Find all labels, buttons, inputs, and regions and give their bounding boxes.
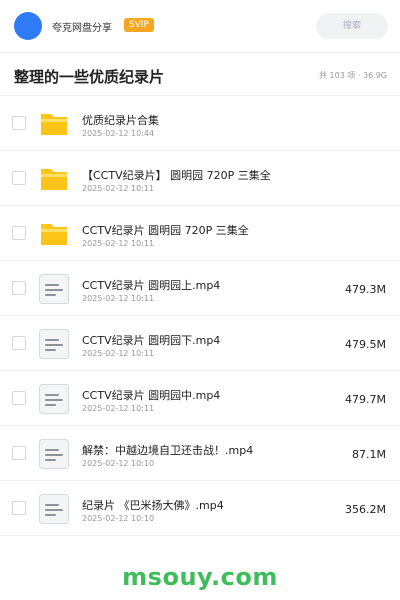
item-checkbox[interactable] xyxy=(12,171,26,185)
folder-icon xyxy=(38,163,70,195)
file-list: 优质纪录片合集 2025-02-12 10:44 【CCTV纪录片】 圆明园 720… xyxy=(0,96,400,536)
item-checkbox[interactable] xyxy=(12,501,26,515)
video-file-icon xyxy=(38,328,70,360)
item-name[interactable]: 解禁：中越边境自卫还击战！.mp4 xyxy=(82,442,253,458)
item-checkbox[interactable] xyxy=(12,336,26,350)
item-date: 2025-02-12 10:11 xyxy=(82,294,155,303)
svip-badge: SVIP xyxy=(124,18,154,32)
search-input[interactable]: 搜索 xyxy=(316,13,388,39)
item-size: 87.1M xyxy=(352,448,386,461)
item-name[interactable]: CCTV纪录片 圆明园上.mp4 xyxy=(82,277,220,293)
video-file-icon xyxy=(38,273,70,305)
folder-icon xyxy=(38,218,70,250)
item-checkbox[interactable] xyxy=(12,116,26,130)
avatar[interactable] xyxy=(14,12,42,40)
top-bar: 夸克网盘分享 SVIP 搜索 xyxy=(0,0,400,52)
item-size: 479.3M xyxy=(345,283,386,296)
video-file-icon xyxy=(38,383,70,415)
item-size: 479.5M xyxy=(345,338,386,351)
page-title: 整理的一些优质纪录片 xyxy=(14,68,165,86)
item-date: 2025-02-12 10:11 xyxy=(82,404,155,413)
item-size: 356.2M xyxy=(345,503,386,516)
item-date: 2025-02-12 10:10 xyxy=(82,459,155,468)
header-divider xyxy=(0,52,400,53)
item-checkbox[interactable] xyxy=(12,226,26,240)
video-file-icon xyxy=(38,493,70,525)
list-item[interactable]: CCTV纪录片 圆明园下.mp4 2025-02-12 10:11 479.5M xyxy=(0,316,400,371)
item-date: 2025-02-12 10:11 xyxy=(82,239,155,248)
item-date: 2025-02-12 10:11 xyxy=(82,184,155,193)
app-name: 夸克网盘分享 xyxy=(52,23,112,34)
item-date: 2025-02-12 10:11 xyxy=(82,349,155,358)
item-date: 2025-02-12 10:10 xyxy=(82,514,155,523)
item-checkbox[interactable] xyxy=(12,446,26,460)
item-checkbox[interactable] xyxy=(12,281,26,295)
list-item[interactable]: 【CCTV纪录片】 圆明园 720P 三集全 2025-02-12 10:11 xyxy=(0,151,400,206)
video-file-icon xyxy=(38,438,70,470)
item-name[interactable]: 纪录片 《巴米扬大佛》.mp4 xyxy=(82,497,224,513)
footer-brand: msouy.com xyxy=(122,563,278,591)
item-size: 479.7M xyxy=(345,393,386,406)
list-item[interactable]: 优质纪录片合集 2025-02-12 10:44 xyxy=(0,96,400,151)
folder-meta: 共 103 项 · 36.9G xyxy=(319,71,387,80)
item-name[interactable]: CCTV纪录片 圆明园下.mp4 xyxy=(82,332,220,348)
item-name[interactable]: 优质纪录片合集 xyxy=(82,112,159,128)
item-name[interactable]: CCTV纪录片 圆明园中.mp4 xyxy=(82,387,220,403)
list-item[interactable]: 解禁：中越边境自卫还击战！.mp4 2025-02-12 10:10 87.1M xyxy=(0,426,400,481)
list-item[interactable]: 纪录片 《巴米扬大佛》.mp4 2025-02-12 10:10 356.2M xyxy=(0,481,400,536)
item-name[interactable]: 【CCTV纪录片】 圆明园 720P 三集全 xyxy=(82,167,271,183)
item-name[interactable]: CCTV纪录片 圆明园 720P 三集全 xyxy=(82,222,249,238)
list-item[interactable]: CCTV纪录片 圆明园中.mp4 2025-02-12 10:11 479.7M xyxy=(0,371,400,426)
list-item[interactable]: CCTV纪录片 圆明园 720P 三集全 2025-02-12 10:11 xyxy=(0,206,400,261)
item-date: 2025-02-12 10:44 xyxy=(82,129,155,138)
list-item[interactable]: CCTV纪录片 圆明园上.mp4 2025-02-12 10:11 479.3M xyxy=(0,261,400,316)
item-checkbox[interactable] xyxy=(12,391,26,405)
folder-icon xyxy=(38,108,70,140)
